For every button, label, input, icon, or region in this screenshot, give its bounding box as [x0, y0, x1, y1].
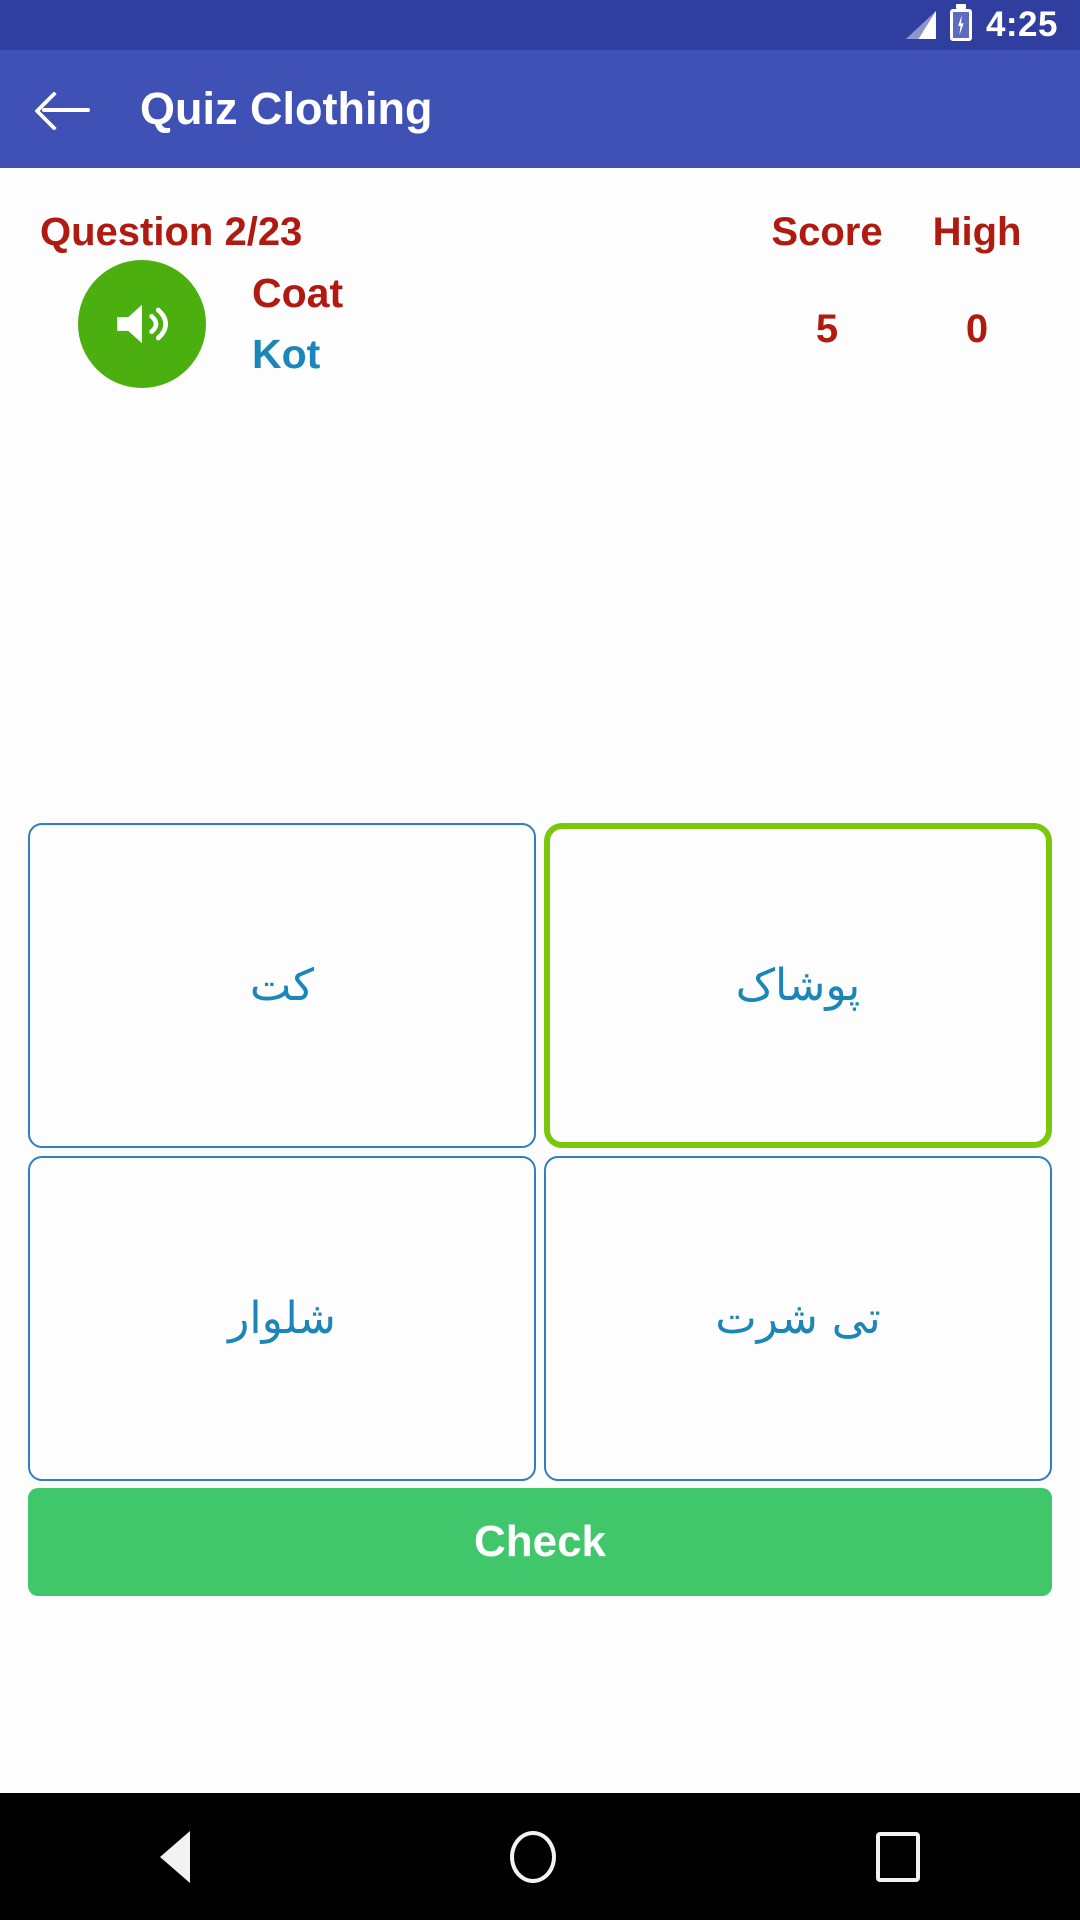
app-bar: Quiz Clothing [0, 50, 1080, 168]
prompt-word-texts: Coat Kot [252, 270, 343, 378]
high-value: 0 [965, 307, 989, 351]
nav-home-circle-icon[interactable] [510, 1830, 556, 1883]
answer-option-3[interactable]: شلوار [28, 1156, 536, 1481]
quiz-content: Question 2/23 Score 5 High 0 Coat Kot کت… [0, 168, 1080, 1743]
prompt-word-english: Coat [252, 270, 344, 316]
signal-bars-icon [905, 11, 936, 39]
score-label: Score [771, 210, 883, 254]
nav-back-triangle-icon[interactable] [160, 1830, 190, 1883]
answer-options-grid: کت پوشاک شلوار تی شرت [28, 823, 1052, 1481]
speaker-volume-icon[interactable] [78, 260, 206, 388]
high-label: High [932, 210, 1022, 254]
phone-screen: 4:25 Quiz Clothing Question 2/23 Score 5… [0, 0, 1080, 1920]
status-bar-clock: 4:25 [985, 5, 1058, 44]
nav-recents-square-icon[interactable] [876, 1831, 920, 1882]
android-navigation-bar [0, 1793, 1080, 1920]
answer-option-2[interactable]: پوشاک [544, 823, 1052, 1148]
back-arrow-icon[interactable] [40, 89, 92, 129]
high-column: High 0 [902, 210, 1052, 352]
score-column: Score 5 [752, 210, 902, 352]
answer-option-4[interactable]: تی شرت [544, 1156, 1052, 1481]
prompt-word-transliteration: Kot [252, 331, 321, 377]
question-counter: Question 2/23 [40, 210, 303, 254]
answer-option-label: کت [249, 960, 315, 1011]
answer-option-1[interactable]: کت [28, 823, 536, 1148]
check-button[interactable]: Check [28, 1488, 1052, 1596]
answer-option-label: تی شرت [715, 1293, 881, 1344]
score-group: Score 5 High 0 [752, 210, 1052, 352]
battery-charging-icon [949, 9, 972, 41]
answer-option-label: پوشاک [735, 960, 861, 1011]
score-value: 5 [815, 307, 839, 351]
page-title: Quiz Clothing [140, 83, 433, 134]
status-bar: 4:25 [0, 0, 1080, 50]
answer-option-label: شلوار [228, 1293, 336, 1344]
